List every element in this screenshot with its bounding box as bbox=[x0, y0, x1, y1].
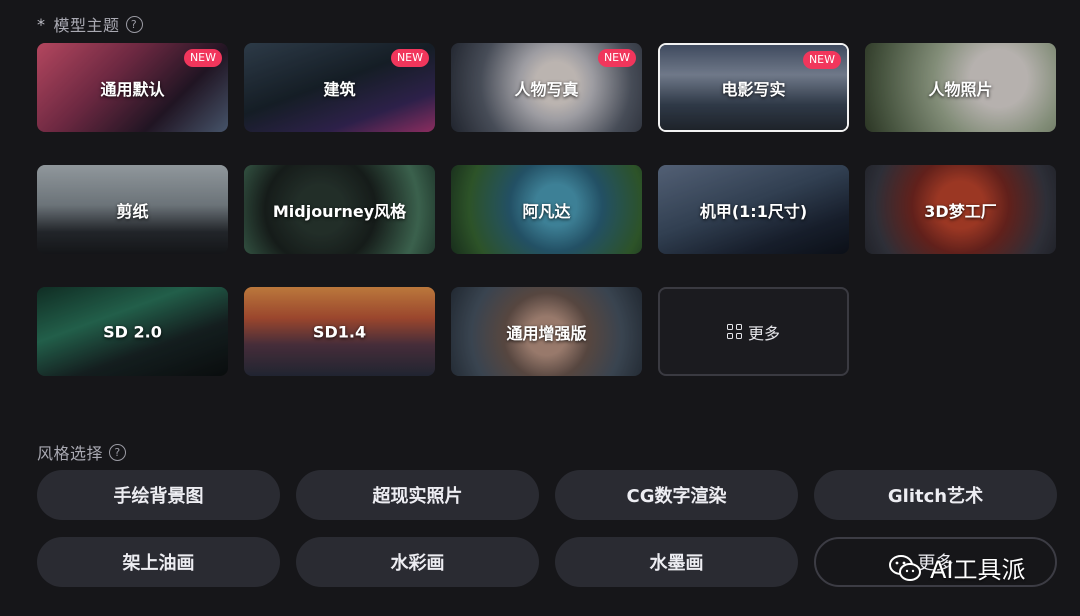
new-badge: NEW bbox=[802, 51, 841, 69]
style-option-ink-painting[interactable]: 水墨画 bbox=[555, 537, 798, 587]
model-label: 电影写实 bbox=[721, 79, 786, 99]
model-label: 通用增强版 bbox=[506, 323, 587, 343]
model-label: 阿凡达 bbox=[522, 201, 571, 221]
required-mark: * bbox=[37, 14, 46, 34]
style-section-header: 风格选择 ? bbox=[37, 440, 127, 464]
style-section-title: 风格选择 bbox=[37, 444, 104, 463]
model-tile-portrait[interactable]: NEW 人物写真 bbox=[451, 43, 642, 132]
style-option-oil-painting[interactable]: 架上油画 bbox=[37, 537, 280, 587]
help-icon[interactable]: ? bbox=[109, 443, 127, 461]
model-label: 人物照片 bbox=[928, 79, 993, 99]
model-tile-general-enhanced[interactable]: 通用增强版 bbox=[451, 287, 642, 376]
model-label: 3D梦工厂 bbox=[924, 201, 997, 221]
model-label: 机甲(1:1尺寸) bbox=[699, 201, 808, 221]
style-option-glitch-art[interactable]: Glitch艺术 bbox=[814, 470, 1057, 520]
wechat-icon bbox=[889, 554, 921, 581]
model-tile-general-default[interactable]: NEW 通用默认 bbox=[37, 43, 228, 132]
model-label: SD 2.0 bbox=[103, 322, 162, 341]
model-label: 人物写真 bbox=[514, 79, 579, 99]
style-option-cg-render[interactable]: CG数字渲染 bbox=[555, 470, 798, 520]
watermark-text: AI工具派 bbox=[930, 556, 1026, 584]
new-badge: NEW bbox=[597, 49, 636, 67]
new-badge: NEW bbox=[183, 49, 222, 67]
model-tile-sd-1-4[interactable]: SD1.4 bbox=[244, 287, 435, 376]
model-label: SD1.4 bbox=[312, 322, 367, 341]
page: * 模型主题 ? NEW 通用默认 NEW 建筑 NEW 人物写真 NEW 电影… bbox=[0, 0, 1080, 616]
new-badge: NEW bbox=[390, 49, 429, 67]
model-tile-papercut[interactable]: 剪纸 bbox=[37, 165, 228, 254]
model-tile-avatar[interactable]: 阿凡达 bbox=[451, 165, 642, 254]
style-option-hand-drawn[interactable]: 手绘背景图 bbox=[37, 470, 280, 520]
style-option-watercolor[interactable]: 水彩画 bbox=[296, 537, 539, 587]
model-tile-midjourney[interactable]: Midjourney风格 bbox=[244, 165, 435, 254]
style-option-surreal-photo[interactable]: 超现实照片 bbox=[296, 470, 539, 520]
model-tile-people-photo[interactable]: 人物照片 bbox=[865, 43, 1056, 132]
model-tile-sd-2[interactable]: SD 2.0 bbox=[37, 287, 228, 376]
model-label: 通用默认 bbox=[100, 79, 165, 99]
model-tile-architecture[interactable]: NEW 建筑 bbox=[244, 43, 435, 132]
grid-icon bbox=[726, 324, 742, 339]
model-tile-mecha[interactable]: 机甲(1:1尺寸) bbox=[658, 165, 849, 254]
model-section-title: 模型主题 bbox=[53, 16, 120, 35]
model-section-header: * 模型主题 ? bbox=[37, 12, 143, 36]
model-label: Midjourney风格 bbox=[272, 201, 407, 221]
model-tile-cinematic[interactable]: NEW 电影写实 bbox=[658, 43, 849, 132]
help-icon[interactable]: ? bbox=[125, 15, 143, 33]
model-more-label: 更多 bbox=[747, 323, 780, 343]
model-label: 建筑 bbox=[323, 79, 356, 99]
model-grid: NEW 通用默认 NEW 建筑 NEW 人物写真 NEW 电影写实 人物照片 剪… bbox=[37, 43, 1056, 376]
watermark: AI工具派 bbox=[888, 550, 1026, 585]
model-tile-3d-dreamworks[interactable]: 3D梦工厂 bbox=[865, 165, 1056, 254]
model-more-button[interactable]: 更多 bbox=[658, 287, 849, 376]
model-label: 剪纸 bbox=[116, 201, 149, 221]
